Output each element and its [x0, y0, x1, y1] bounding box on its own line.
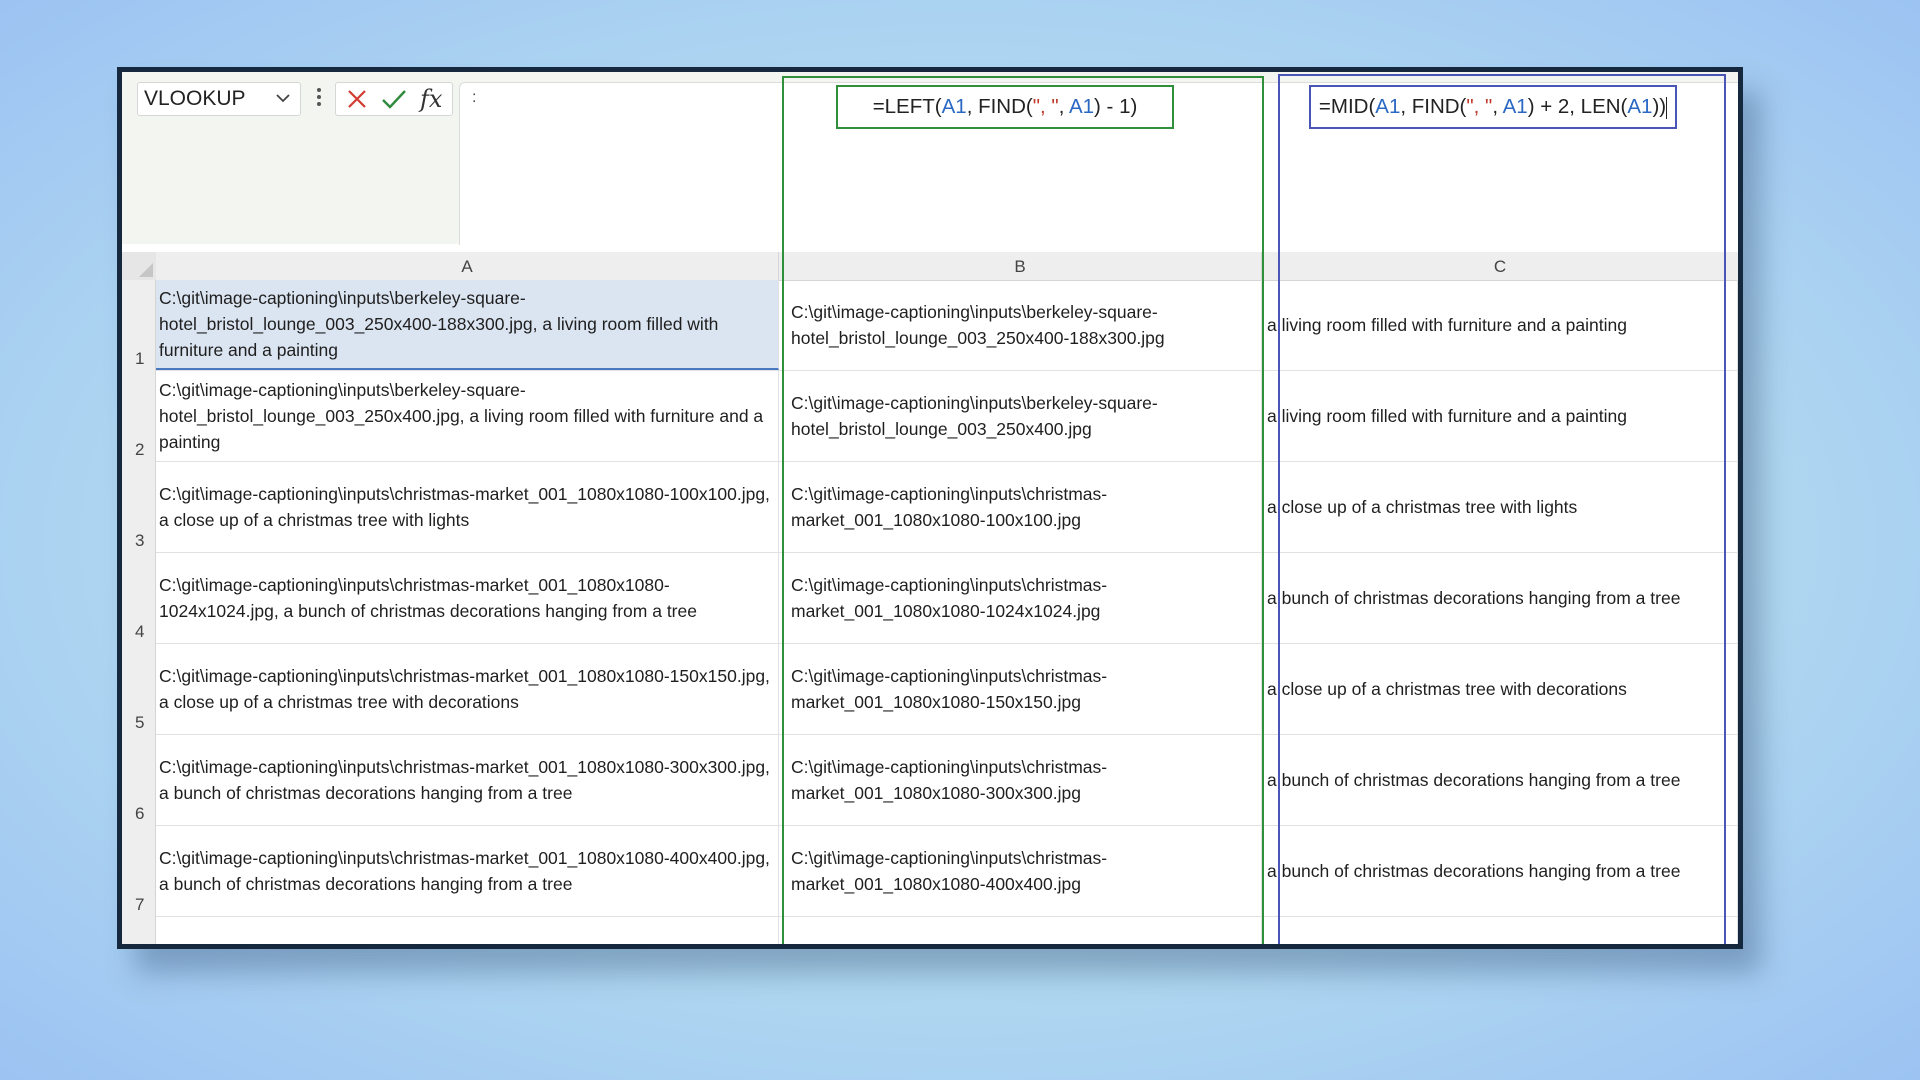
- cell-a4[interactable]: C:\git\image-captioning\inputs\christmas…: [156, 553, 779, 643]
- cell-a1[interactable]: C:\git\image-captioning\inputs\berkeley-…: [156, 280, 779, 370]
- table-row: 5 C:\git\image-captioning\inputs\christm…: [122, 644, 1738, 735]
- row-header[interactable]: 4: [122, 553, 156, 644]
- cell-c1[interactable]: a living room filled with furniture and …: [1262, 280, 1738, 370]
- row-header[interactable]: 7: [122, 826, 156, 917]
- sheet-grid: 1 C:\git\image-captioning\inputs\berkele…: [122, 280, 1738, 944]
- excel-window: VLOOKUP fx : A B C 1 C:\git\image-captio…: [117, 67, 1743, 949]
- left-formula-callout: =LEFT(A1, FIND(", ", A1) - 1): [836, 85, 1174, 129]
- cell-b8[interactable]: C:\git\image-captioning\inputs\christmas…: [779, 917, 1262, 944]
- table-row: 4 C:\git\image-captioning\inputs\christm…: [122, 553, 1738, 644]
- name-box-value: VLOOKUP: [144, 87, 246, 110]
- table-row: 3 C:\git\image-captioning\inputs\christm…: [122, 462, 1738, 553]
- row-header[interactable]: 5: [122, 644, 156, 735]
- table-row: 2 C:\git\image-captioning\inputs\berkele…: [122, 371, 1738, 462]
- cell-a5[interactable]: C:\git\image-captioning\inputs\christmas…: [156, 644, 779, 734]
- cancel-icon[interactable]: [344, 86, 370, 117]
- name-box[interactable]: VLOOKUP: [137, 82, 301, 116]
- cell-a8[interactable]: C:\git\image-captioning\inputs\christmas…: [156, 917, 779, 944]
- more-options-icon[interactable]: [316, 86, 322, 110]
- cell-b4[interactable]: C:\git\image-captioning\inputs\christmas…: [779, 553, 1262, 643]
- column-headers: A B C: [122, 252, 1738, 281]
- table-row: 1 C:\git\image-captioning\inputs\berkele…: [122, 280, 1738, 371]
- table-row: 6 C:\git\image-captioning\inputs\christm…: [122, 735, 1738, 826]
- column-header-c[interactable]: C: [1262, 252, 1738, 280]
- mid-formula-callout: =MID(A1, FIND(", ", A1) + 2, LEN(A1)): [1309, 85, 1677, 129]
- table-row: 7 C:\git\image-captioning\inputs\christm…: [122, 826, 1738, 917]
- cell-c7[interactable]: a bunch of christmas decorations hanging…: [1262, 826, 1738, 916]
- formula-buttons: fx: [335, 82, 453, 116]
- cell-c4[interactable]: a bunch of christmas decorations hanging…: [1262, 553, 1738, 643]
- row-header[interactable]: 1: [122, 280, 156, 371]
- column-header-a[interactable]: A: [156, 252, 779, 280]
- cell-b2[interactable]: C:\git\image-captioning\inputs\berkeley-…: [779, 371, 1262, 461]
- chevron-down-icon[interactable]: [274, 83, 292, 125]
- row-header[interactable]: 8: [122, 917, 156, 944]
- confirm-icon[interactable]: [380, 86, 408, 117]
- cell-b1[interactable]: C:\git\image-captioning\inputs\berkeley-…: [779, 280, 1262, 370]
- cell-b6[interactable]: C:\git\image-captioning\inputs\christmas…: [779, 735, 1262, 825]
- cell-c8[interactable]: [1262, 917, 1738, 944]
- row-header[interactable]: 6: [122, 735, 156, 826]
- select-all-corner[interactable]: [122, 252, 156, 280]
- cell-c5[interactable]: a close up of a christmas tree with deco…: [1262, 644, 1738, 734]
- cell-c3[interactable]: a close up of a christmas tree with ligh…: [1262, 462, 1738, 552]
- text-cursor: [1666, 96, 1668, 119]
- column-header-b[interactable]: B: [779, 252, 1262, 280]
- cell-a2[interactable]: C:\git\image-captioning\inputs\berkeley-…: [156, 371, 779, 461]
- cell-a6[interactable]: C:\git\image-captioning\inputs\christmas…: [156, 735, 779, 825]
- formula-text: :: [472, 89, 477, 106]
- cell-b7[interactable]: C:\git\image-captioning\inputs\christmas…: [779, 826, 1262, 916]
- table-row: 8 C:\git\image-captioning\inputs\christm…: [122, 917, 1738, 944]
- insert-function-icon[interactable]: fx: [420, 86, 442, 112]
- cell-b5[interactable]: C:\git\image-captioning\inputs\christmas…: [779, 644, 1262, 734]
- cell-c6[interactable]: a bunch of christmas decorations hanging…: [1262, 735, 1738, 825]
- row-header[interactable]: 2: [122, 371, 156, 462]
- cell-b3[interactable]: C:\git\image-captioning\inputs\christmas…: [779, 462, 1262, 552]
- cell-c2[interactable]: a living room filled with furniture and …: [1262, 371, 1738, 461]
- cell-a3[interactable]: C:\git\image-captioning\inputs\christmas…: [156, 462, 779, 552]
- cell-a7[interactable]: C:\git\image-captioning\inputs\christmas…: [156, 826, 779, 916]
- row-header[interactable]: 3: [122, 462, 156, 553]
